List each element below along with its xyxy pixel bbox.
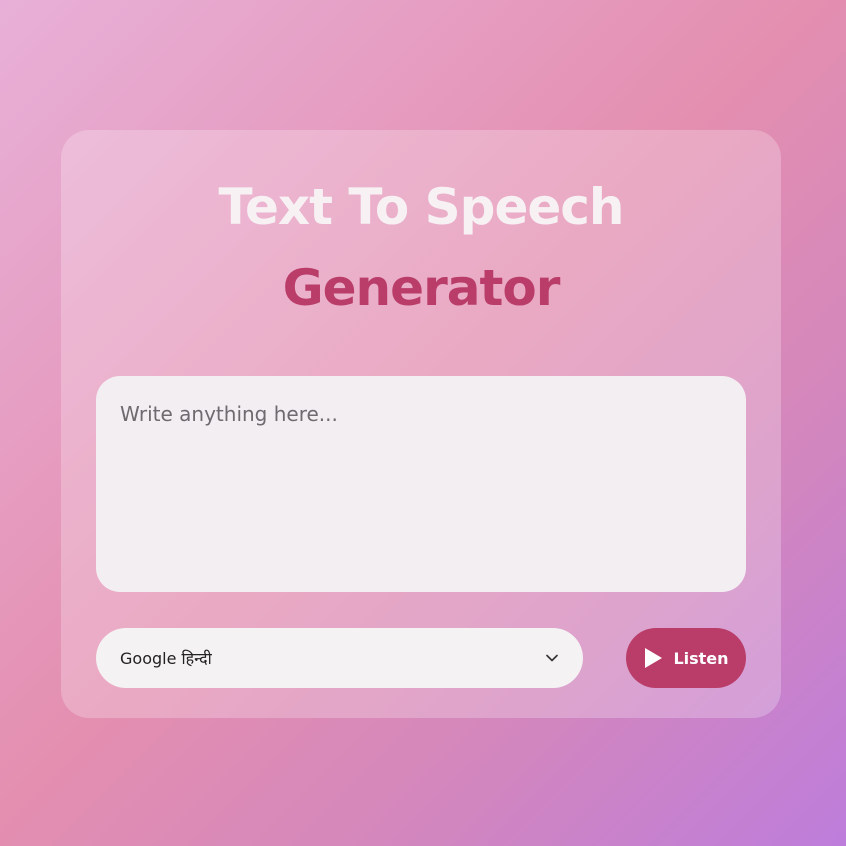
tts-card: Text To Speech Generator Google हिन्दी L… xyxy=(61,130,781,718)
listen-button-label: Listen xyxy=(673,648,729,668)
voice-select-value: Google हिन्दी xyxy=(120,649,212,668)
text-input[interactable] xyxy=(96,376,746,592)
page-title: Text To Speech xyxy=(218,178,624,236)
listen-button[interactable]: Listen xyxy=(626,628,746,688)
page-subtitle: Generator xyxy=(282,259,561,317)
voice-select[interactable]: Google हिन्दी xyxy=(96,628,583,688)
play-icon xyxy=(643,647,663,669)
chevron-down-icon xyxy=(545,651,559,665)
